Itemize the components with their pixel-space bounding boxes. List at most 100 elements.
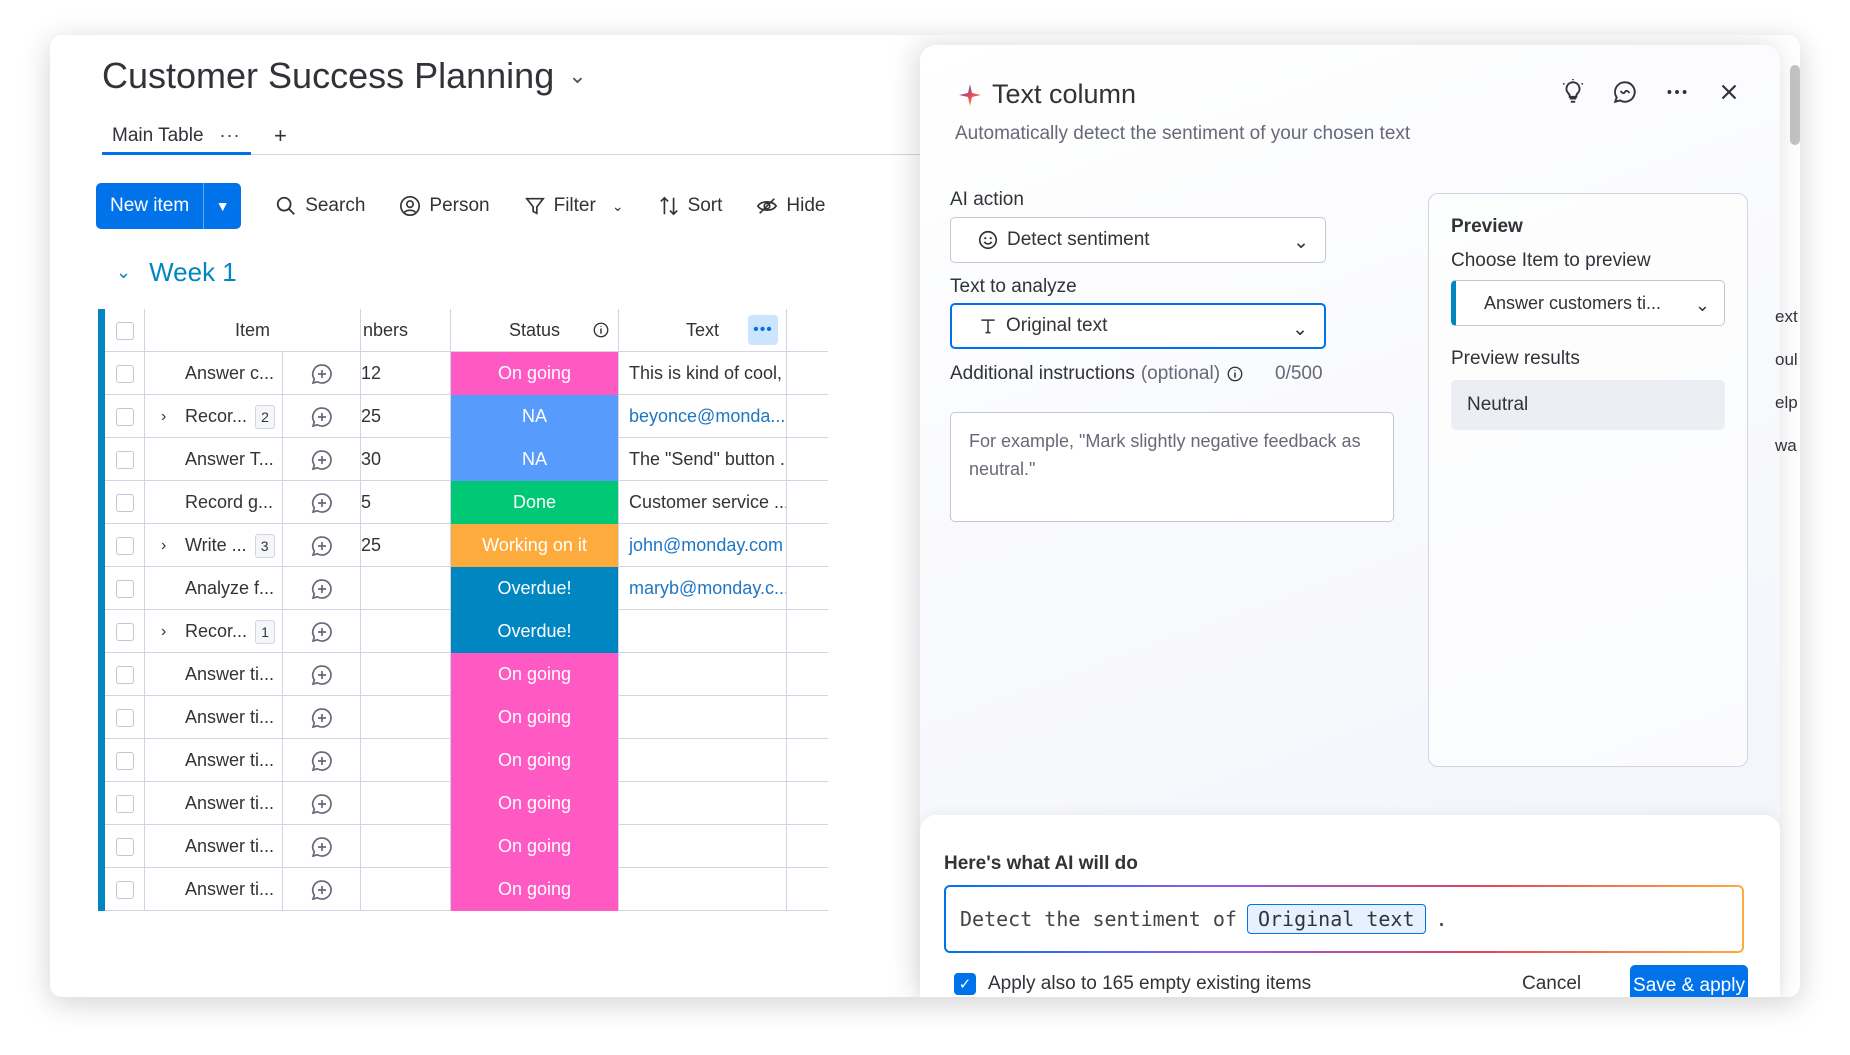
table-row[interactable]: Answer ti... On going [98, 782, 828, 825]
column-menu-icon[interactable]: ••• [748, 315, 778, 345]
status-cell[interactable]: On going [451, 696, 619, 739]
text-cell[interactable]: This is kind of cool, ... [619, 352, 787, 395]
row-checkbox-cell[interactable] [105, 868, 145, 911]
checkbox[interactable] [115, 665, 134, 684]
status-cell[interactable]: On going [451, 653, 619, 696]
apply-checkbox[interactable]: ✓ [954, 973, 976, 995]
item-cell[interactable]: Answer ti... [145, 696, 283, 739]
checkbox[interactable] [115, 880, 134, 899]
checkbox[interactable] [115, 407, 134, 426]
status-cell[interactable]: On going [451, 739, 619, 782]
person-button[interactable]: Person [399, 195, 490, 217]
item-name[interactable]: Write ... [185, 535, 247, 556]
numbers-cell[interactable]: 30 [361, 438, 451, 481]
summary-chip[interactable]: Original text [1246, 904, 1426, 934]
numbers-cell[interactable]: 5 [361, 481, 451, 524]
chevron-down-icon[interactable]: ⌄ [568, 63, 586, 89]
checkbox[interactable] [115, 450, 134, 469]
conversation-cell[interactable] [283, 438, 361, 481]
text-cell[interactable]: maryb@monday.c... [619, 567, 787, 610]
cancel-button[interactable]: Cancel [1522, 973, 1581, 995]
chevron-down-icon[interactable]: ⌄ [612, 198, 624, 215]
row-checkbox-cell[interactable] [105, 825, 145, 868]
chevron-right-icon[interactable]: › [161, 408, 185, 426]
table-row[interactable]: Answer ti... On going [98, 653, 828, 696]
info-icon[interactable] [1226, 365, 1244, 383]
ai-action-select[interactable]: Detect sentiment ⌄ [950, 217, 1326, 263]
select-all-checkbox[interactable] [105, 309, 145, 352]
row-checkbox-cell[interactable] [105, 653, 145, 696]
chevron-down-icon[interactable]: ⌄ [116, 262, 131, 283]
status-cell[interactable]: On going [451, 782, 619, 825]
status-cell[interactable]: Overdue! [451, 567, 619, 610]
row-checkbox-cell[interactable] [105, 438, 145, 481]
status-cell[interactable]: On going [451, 868, 619, 911]
item-name[interactable]: Answer ti... [185, 664, 274, 685]
checkbox[interactable] [115, 536, 134, 555]
row-checkbox-cell[interactable] [105, 395, 145, 438]
header-status[interactable]: Status [451, 309, 619, 352]
item-name[interactable]: Answer ti... [185, 836, 274, 857]
preview-item-select[interactable]: Answer customers ti... ⌄ [1451, 280, 1725, 326]
numbers-cell[interactable] [361, 739, 451, 782]
row-checkbox-cell[interactable] [105, 739, 145, 782]
text-cell[interactable] [619, 653, 787, 696]
new-item-button[interactable]: New item ▼ [96, 183, 242, 229]
text-cell[interactable] [619, 782, 787, 825]
item-name[interactable]: Answer ti... [185, 750, 274, 771]
add-update-icon[interactable] [310, 620, 334, 644]
instructions-textarea[interactable]: For example, "Mark slightly negative fee… [950, 412, 1394, 522]
table-row[interactable]: Answer T... 30 NA The "Send" button ... [98, 438, 828, 481]
status-cell[interactable]: On going [451, 352, 619, 395]
add-update-icon[interactable] [310, 405, 334, 429]
header-numbers[interactable]: nbers [361, 309, 451, 352]
add-update-icon[interactable] [310, 792, 334, 816]
conversation-cell[interactable] [283, 610, 361, 653]
info-icon[interactable] [592, 321, 610, 339]
conversation-cell[interactable] [283, 739, 361, 782]
checkbox[interactable] [115, 364, 134, 383]
item-cell[interactable]: Record g... [145, 481, 283, 524]
add-update-icon[interactable] [310, 706, 334, 730]
table-row[interactable]: › Write ... 3 25 Working on it john@monday.co… [98, 524, 828, 567]
add-update-icon[interactable] [310, 878, 334, 902]
add-update-icon[interactable] [310, 534, 334, 558]
row-checkbox-cell[interactable] [105, 481, 145, 524]
row-checkbox-cell[interactable] [105, 352, 145, 395]
text-cell[interactable]: beyonce@monda... [619, 395, 787, 438]
text-analyze-select[interactable]: Original text ⌄ [950, 303, 1326, 349]
header-item[interactable]: Item [145, 309, 361, 352]
add-update-icon[interactable] [310, 835, 334, 859]
table-row[interactable]: Answer ti... On going [98, 696, 828, 739]
item-cell[interactable]: Answer c... [145, 352, 283, 395]
add-view-button[interactable]: + [274, 123, 287, 149]
text-cell[interactable] [619, 739, 787, 782]
item-name[interactable]: Analyze f... [185, 578, 274, 599]
search-button[interactable]: Search [275, 195, 365, 217]
row-checkbox-cell[interactable] [105, 696, 145, 739]
item-cell[interactable]: › Recor... 1 [145, 610, 283, 653]
item-name[interactable]: Answer c... [185, 363, 274, 384]
numbers-cell[interactable] [361, 696, 451, 739]
item-name[interactable]: Answer T... [185, 449, 274, 470]
table-row[interactable]: Answer ti... On going [98, 868, 828, 911]
text-cell[interactable] [619, 868, 787, 911]
numbers-cell[interactable] [361, 868, 451, 911]
numbers-cell[interactable] [361, 782, 451, 825]
status-cell[interactable]: Overdue! [451, 610, 619, 653]
sort-button[interactable]: Sort [658, 195, 722, 217]
checkbox[interactable] [115, 321, 134, 340]
board-title[interactable]: Customer Success Planning ⌄ [102, 55, 587, 97]
add-update-icon[interactable] [310, 663, 334, 687]
item-name[interactable]: Record g... [185, 492, 273, 513]
group-title-text[interactable]: Week 1 [149, 257, 237, 288]
numbers-cell[interactable] [361, 610, 451, 653]
table-row[interactable]: Answer ti... On going [98, 739, 828, 782]
item-cell[interactable]: Answer T... [145, 438, 283, 481]
item-name[interactable]: Recor... [185, 621, 247, 642]
feedback-chat-icon[interactable] [1612, 79, 1638, 105]
checkbox[interactable] [115, 493, 134, 512]
table-row[interactable]: › Recor... 2 25 NA beyonce@monda... [98, 395, 828, 438]
status-cell[interactable]: Working on it [451, 524, 619, 567]
item-cell[interactable]: › Write ... 3 [145, 524, 283, 567]
